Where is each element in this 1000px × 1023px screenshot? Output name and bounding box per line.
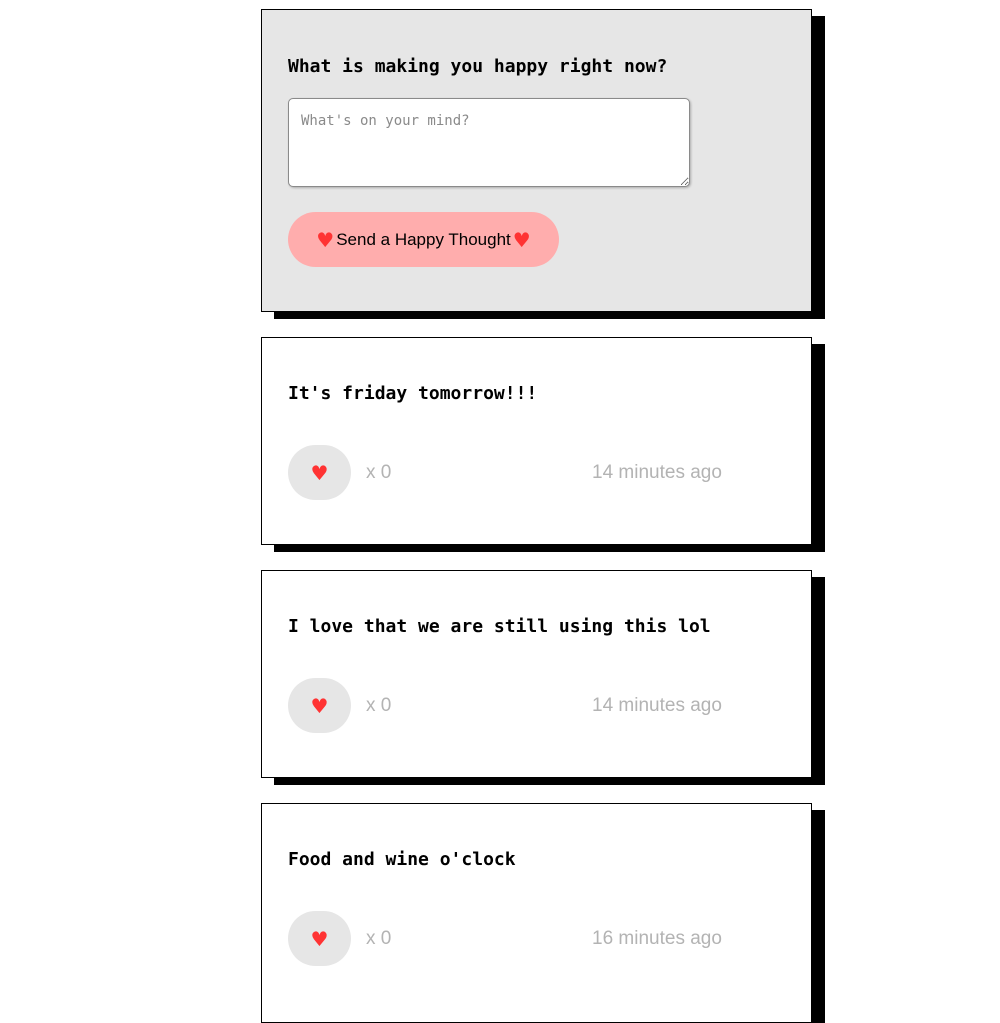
like-button[interactable]: ♥ (288, 445, 351, 500)
send-button-label: Send a Happy Thought (336, 229, 511, 249)
like-count: x 0 (366, 462, 392, 483)
timestamp: 16 minutes ago (592, 928, 722, 949)
thought-form: What is making you happy right now? ♥ Se… (261, 9, 812, 312)
timestamp: 14 minutes ago (592, 695, 722, 716)
like-button[interactable]: ♥ (288, 911, 351, 966)
like-count: x 0 (366, 928, 392, 949)
thought-message: Food and wine o'clock (288, 849, 516, 870)
like-button[interactable]: ♥ (288, 678, 351, 733)
heart-icon: ♥ (310, 460, 329, 485)
like-count: x 0 (366, 695, 392, 716)
timestamp: 14 minutes ago (592, 462, 722, 483)
send-happy-thought-button[interactable]: ♥ Send a Happy Thought ♥ (288, 212, 559, 267)
form-title: What is making you happy right now? (288, 56, 668, 77)
thought-card: Food and wine o'clock ♥ x 0 16 minutes a… (261, 803, 812, 1023)
heart-icon: ♥ (512, 227, 531, 252)
heart-icon: ♥ (316, 227, 335, 252)
heart-icon: ♥ (310, 926, 329, 951)
heart-icon: ♥ (310, 693, 329, 718)
thought-card: It's friday tomorrow!!! ♥ x 0 14 minutes… (261, 337, 812, 545)
thought-input[interactable] (288, 98, 690, 187)
thought-message: I love that we are still using this lol (288, 616, 711, 637)
thought-card: I love that we are still using this lol … (261, 570, 812, 778)
thought-message: It's friday tomorrow!!! (288, 383, 538, 404)
